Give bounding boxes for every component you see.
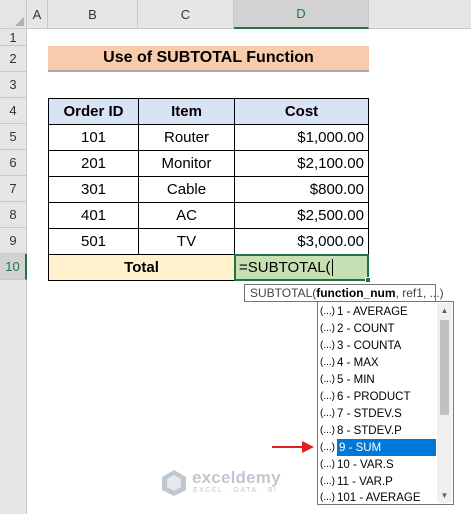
column-header-b[interactable]: B bbox=[48, 0, 138, 29]
row-header-filler bbox=[0, 280, 27, 514]
cell-order-id[interactable]: 201 bbox=[48, 150, 139, 177]
watermark-name: exceldemy bbox=[192, 468, 281, 487]
cell-order-id[interactable]: 101 bbox=[48, 124, 139, 151]
list-item[interactable]: (...) 10 - VAR.S bbox=[320, 456, 436, 473]
list-item[interactable]: (...) 7 - STDEV.S bbox=[320, 405, 436, 422]
header-item[interactable]: Item bbox=[138, 98, 235, 125]
row-header-2[interactable]: 2 bbox=[0, 46, 27, 72]
tooltip-remaining-args: , ref1, ...) bbox=[395, 286, 444, 300]
dropdown-scrollbar[interactable]: ▲ ▼ bbox=[437, 303, 452, 503]
cell-order-id[interactable]: 401 bbox=[48, 202, 139, 229]
exceldemy-watermark: exceldemy EXCEL · DATA · BI bbox=[160, 466, 310, 500]
list-item-label: 9 - SUM bbox=[337, 439, 436, 456]
column-header-c[interactable]: C bbox=[138, 0, 234, 29]
list-item[interactable]: (...) 5 - MIN bbox=[320, 371, 436, 388]
total-label-cell[interactable]: Total bbox=[48, 254, 235, 281]
column-header-a[interactable]: A bbox=[27, 0, 48, 29]
list-item-label: 4 - MAX bbox=[337, 356, 379, 369]
list-item[interactable]: (...) 8 - STDEV.P bbox=[320, 422, 436, 439]
header-cost[interactable]: Cost bbox=[234, 98, 369, 125]
list-item[interactable]: (...) 11 - VAR.P bbox=[320, 473, 436, 490]
list-item-label: 10 - VAR.S bbox=[337, 458, 394, 471]
cell-cost[interactable]: $800.00 bbox=[234, 176, 369, 203]
list-item-label: 7 - STDEV.S bbox=[337, 407, 402, 420]
list-item-label: 2 - COUNT bbox=[337, 322, 395, 335]
list-item-selected[interactable]: (...) 9 - SUM bbox=[320, 439, 436, 456]
row-header-1[interactable]: 1 bbox=[0, 29, 27, 46]
row-header-5[interactable]: 5 bbox=[0, 124, 27, 150]
function-icon: (...) bbox=[320, 391, 335, 402]
cell-cost[interactable]: $1,000.00 bbox=[234, 124, 369, 151]
list-item[interactable]: (...) 3 - COUNTA bbox=[320, 337, 436, 354]
column-header-blank bbox=[369, 0, 471, 29]
watermark-tagline: EXCEL · DATA · BI bbox=[193, 487, 278, 494]
cell-item[interactable]: TV bbox=[138, 228, 235, 255]
row-header-8[interactable]: 8 bbox=[0, 202, 27, 228]
function-icon: (...) bbox=[320, 492, 335, 503]
select-all-corner[interactable] bbox=[0, 0, 27, 29]
cell-item[interactable]: Router bbox=[138, 124, 235, 151]
cell-item[interactable]: Monitor bbox=[138, 150, 235, 177]
list-item-label: 1 - AVERAGE bbox=[337, 305, 408, 318]
function-icon: (...) bbox=[320, 357, 335, 368]
active-formula-cell[interactable]: =SUBTOTAL( bbox=[234, 254, 369, 281]
cell-item[interactable]: Cable bbox=[138, 176, 235, 203]
function-icon: (...) bbox=[320, 408, 335, 419]
column-header-d[interactable]: D bbox=[234, 0, 369, 29]
row-header-9[interactable]: 9 bbox=[0, 228, 27, 254]
cell-cost[interactable]: $2,100.00 bbox=[234, 150, 369, 177]
row-header-7[interactable]: 7 bbox=[0, 176, 27, 202]
list-item[interactable]: (...) 4 - MAX bbox=[320, 354, 436, 371]
function-icon: (...) bbox=[320, 459, 335, 470]
text-cursor bbox=[331, 259, 333, 276]
cell-order-id[interactable]: 501 bbox=[48, 228, 139, 255]
tooltip-current-arg: function_num bbox=[316, 286, 396, 300]
list-item-label: 11 - VAR.P bbox=[337, 475, 393, 488]
tooltip-function-name: SUBTOTAL( bbox=[250, 286, 317, 300]
formula-text: =SUBTOTAL( bbox=[239, 259, 331, 276]
function-num-dropdown[interactable]: (...) 1 - AVERAGE (...) 2 - COUNT (...) 3 -… bbox=[317, 301, 454, 505]
function-icon: (...) bbox=[320, 374, 335, 385]
row-header-3[interactable]: 3 bbox=[0, 72, 27, 98]
function-icon: (...) bbox=[320, 425, 335, 436]
function-tooltip[interactable]: SUBTOTAL(function_num, ref1, ...) bbox=[244, 284, 444, 302]
scroll-down-icon[interactable]: ▼ bbox=[437, 488, 452, 503]
list-item[interactable]: (...) 6 - PRODUCT bbox=[320, 388, 436, 405]
select-all-triangle-icon bbox=[15, 17, 24, 26]
cell-item[interactable]: AC bbox=[138, 202, 235, 229]
list-item[interactable]: (...) 101 - AVERAGE bbox=[320, 489, 436, 506]
list-item-label: 101 - AVERAGE bbox=[337, 491, 421, 504]
list-item-label: 6 - PRODUCT bbox=[337, 390, 411, 403]
function-icon: (...) bbox=[320, 340, 335, 351]
function-icon: (...) bbox=[320, 442, 335, 453]
exceldemy-logo-icon bbox=[162, 470, 186, 496]
list-item-label: 8 - STDEV.P bbox=[337, 424, 402, 437]
fill-handle[interactable] bbox=[365, 277, 371, 283]
row-header-10[interactable]: 10 bbox=[0, 254, 27, 280]
scroll-up-icon[interactable]: ▲ bbox=[437, 303, 452, 318]
list-item[interactable]: (...) 1 - AVERAGE bbox=[320, 303, 436, 320]
cell-cost[interactable]: $2,500.00 bbox=[234, 202, 369, 229]
header-order-id[interactable]: Order ID bbox=[48, 98, 139, 125]
function-icon: (...) bbox=[320, 323, 335, 334]
row-header-4[interactable]: 4 bbox=[0, 98, 27, 124]
cell-order-id[interactable]: 301 bbox=[48, 176, 139, 203]
cell-cost[interactable]: $3,000.00 bbox=[234, 228, 369, 255]
scrollbar-thumb[interactable] bbox=[440, 320, 449, 415]
list-item-label: 5 - MIN bbox=[337, 373, 375, 386]
function-icon: (...) bbox=[320, 476, 335, 487]
red-arrow-icon bbox=[272, 441, 314, 453]
title-cell[interactable]: Use of SUBTOTAL Function bbox=[48, 46, 369, 72]
list-item-label: 3 - COUNTA bbox=[337, 339, 402, 352]
row-header-6[interactable]: 6 bbox=[0, 150, 27, 176]
function-icon: (...) bbox=[320, 306, 335, 317]
list-item[interactable]: (...) 2 - COUNT bbox=[320, 320, 436, 337]
